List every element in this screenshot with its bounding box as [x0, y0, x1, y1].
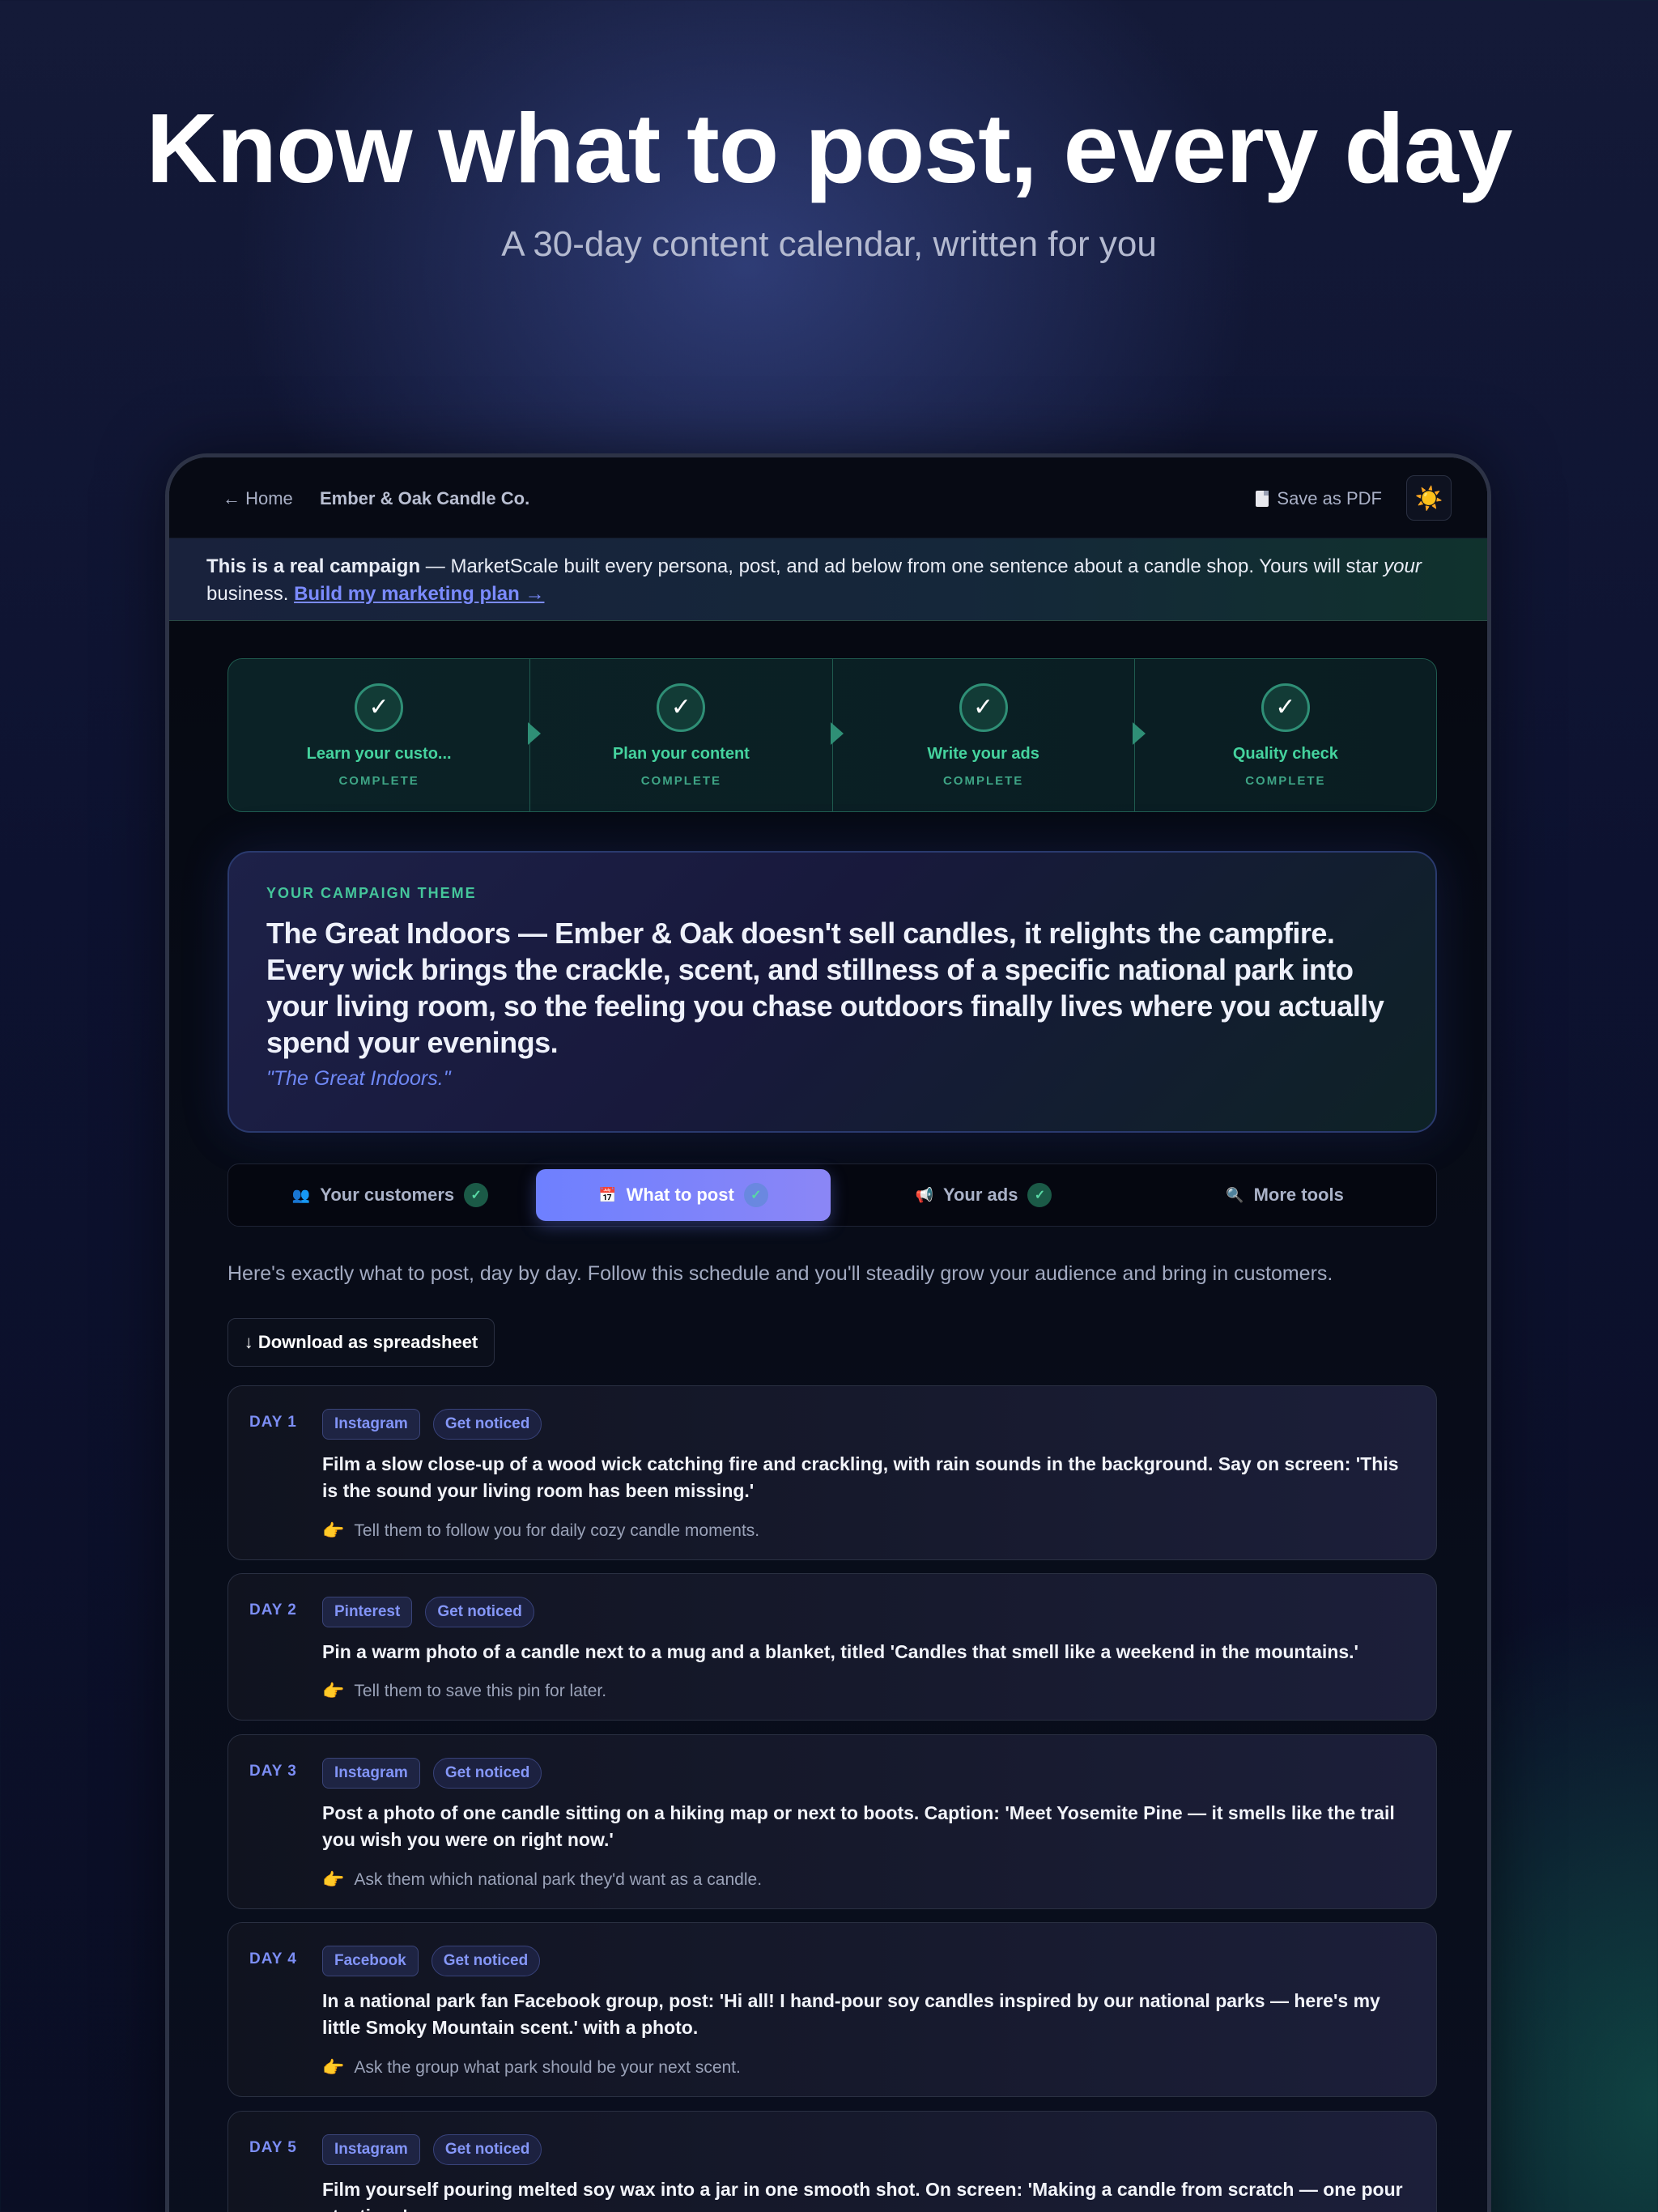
goal-tag: Get noticed — [431, 1946, 541, 1976]
call-to-action: 👉 Ask the group what park should be your… — [322, 2057, 741, 2078]
tab-your-ads[interactable]: 📢 Your ads ✓ — [834, 1169, 1133, 1221]
sun-icon: ☀️ — [1414, 485, 1443, 511]
check-icon: ✓ — [743, 1183, 768, 1207]
cta-text: Ask the group what park should be your n… — [354, 2058, 741, 2077]
cta-text: Ask them which national park they'd want… — [354, 1870, 763, 1889]
arrow-right-icon — [528, 722, 542, 745]
brand-name: Ember & Oak Candle Co. — [320, 488, 530, 508]
check-icon: ✓ — [355, 683, 404, 732]
tab-what-to-post[interactable]: 📅 What to post ✓ — [536, 1169, 831, 1221]
step-write-ads: ✓ Write your ads COMPLETE — [833, 659, 1146, 811]
build-plan-link[interactable]: Build my marketing plan → — [294, 583, 544, 605]
day-card[interactable]: DAY 1 Instagram Get noticed Film a slow … — [227, 1385, 1437, 1560]
pointing-hand-icon: 👉 — [322, 1870, 345, 1890]
check-icon: ✓ — [1261, 683, 1310, 732]
theme-toggle-button[interactable]: ☀️ — [1406, 475, 1452, 521]
hero-subtitle: A 30-day content calendar, written for y… — [501, 224, 1157, 264]
home-link[interactable]: ← Home — [223, 488, 293, 509]
tab-label: Your customers — [320, 1185, 455, 1205]
arrow-right-icon — [1132, 722, 1146, 745]
tab-your-customers[interactable]: 👥 Your customers ✓ — [244, 1169, 536, 1221]
tab-label: More tools — [1253, 1185, 1344, 1205]
platform-tag: Instagram — [322, 1409, 420, 1440]
step-status: COMPLETE — [1245, 774, 1326, 788]
banner-italic: your — [1384, 555, 1422, 577]
campaign-theme-card: YOUR CAMPAIGN THEME The Great Indoors — … — [227, 851, 1437, 1133]
goal-tag: Get noticed — [432, 1758, 542, 1789]
download-spreadsheet-button[interactable]: ↓ Download as spreadsheet — [227, 1318, 495, 1367]
day-card[interactable]: DAY 4 Facebook Get noticed In a national… — [227, 1922, 1437, 2097]
save-pdf-button[interactable]: Save as PDF — [1256, 488, 1382, 509]
search-icon: 🔍 — [1226, 1186, 1244, 1203]
post-idea: Post a photo of one candle sitting on a … — [322, 1802, 1395, 1850]
cta-text: Tell them to save this pin for later. — [354, 1682, 607, 1700]
calendar-intro: Here's exactly what to post, day by day.… — [227, 1262, 1333, 1285]
step-title: Write your ads — [927, 745, 1039, 763]
goal-tag: Get noticed — [425, 1597, 534, 1627]
tab-more-tools[interactable]: 🔍 More tools — [1135, 1169, 1435, 1221]
check-icon: ✓ — [1027, 1183, 1052, 1207]
goal-tag: Get noticed — [432, 1409, 542, 1440]
megaphone-icon: 📢 — [915, 1186, 933, 1203]
day-number: DAY 1 — [249, 1414, 297, 1431]
people-icon: 👥 — [291, 1186, 311, 1203]
pointing-hand-icon: 👉 — [322, 2057, 345, 2078]
check-icon: ✓ — [657, 683, 706, 732]
hero-title: Know what to post, every day — [146, 93, 1512, 203]
post-idea: In a national park fan Facebook group, p… — [322, 1990, 1380, 2038]
device-frame: ← Home Ember & Oak Candle Co. Save as PD… — [165, 453, 1491, 2212]
post-idea: Film a slow close-up of a wood wick catc… — [322, 1453, 1399, 1501]
day-card[interactable]: DAY 2 Pinterest Get noticed Pin a warm p… — [227, 1573, 1437, 1721]
step-status: COMPLETE — [942, 774, 1024, 788]
call-to-action: 👉 Tell them to save this pin for later. — [322, 1681, 606, 1702]
step-title: Plan your content — [612, 745, 750, 763]
save-pdf-label: Save as PDF — [1277, 488, 1382, 508]
step-title: Quality check — [1232, 745, 1338, 763]
tab-label: What to post — [626, 1185, 734, 1205]
campaign-tagline: "The Great Indoors." — [266, 1067, 451, 1090]
progress-steps: ✓ Learn your custo... COMPLETE ✓ Plan yo… — [227, 658, 1437, 812]
call-to-action: 👉 Tell them to follow you for daily cozy… — [322, 1521, 759, 1542]
demo-banner: This is a real campaign — MarketScale bu… — [169, 538, 1487, 621]
post-idea: Film yourself pouring melted soy wax int… — [322, 2179, 1403, 2212]
day-number: DAY 3 — [249, 1763, 297, 1780]
pointing-hand-icon: 👉 — [322, 1521, 345, 1541]
goal-tag: Get noticed — [432, 2134, 542, 2165]
platform-tag: Instagram — [322, 1758, 420, 1789]
section-tabs: 👥 Your customers ✓ 📅 What to post ✓ 📢 Yo… — [227, 1163, 1437, 1227]
tab-label: Your ads — [942, 1185, 1018, 1205]
check-icon: ✓ — [959, 683, 1008, 732]
campaign-theme-body: The Great Indoors — Ember & Oak doesn't … — [266, 917, 1384, 1059]
platform-tag: Pinterest — [322, 1597, 413, 1627]
step-plan-content: ✓ Plan your content COMPLETE — [530, 659, 844, 811]
banner-text-2: business. — [206, 583, 295, 605]
call-to-action: 👉 Ask them which national park they'd wa… — [322, 1870, 762, 1891]
document-icon — [1256, 491, 1269, 507]
step-status: COMPLETE — [338, 774, 419, 788]
step-learn-customers: ✓ Learn your custo... COMPLETE — [228, 659, 542, 811]
step-title: Learn your custo... — [306, 745, 452, 763]
day-number: DAY 4 — [249, 1950, 297, 1967]
banner-text: — MarketScale built every persona, post,… — [420, 555, 1384, 577]
check-icon: ✓ — [464, 1183, 489, 1207]
calendar-icon: 📅 — [598, 1186, 617, 1203]
post-idea: Pin a warm photo of a candle next to a m… — [322, 1641, 1359, 1662]
day-card[interactable]: DAY 5 Instagram Get noticed Film yoursel… — [227, 2111, 1437, 2212]
platform-tag: Facebook — [322, 1946, 419, 1976]
day-number: DAY 2 — [249, 1602, 297, 1619]
platform-tag: Instagram — [322, 2134, 420, 2165]
banner-bold: This is a real campaign — [206, 555, 421, 577]
arrow-right-icon — [830, 722, 844, 745]
cta-text: Tell them to follow you for daily cozy c… — [354, 1521, 760, 1540]
pointing-hand-icon: 👉 — [322, 1681, 345, 1701]
top-nav: ← Home Ember & Oak Candle Co. Save as PD… — [169, 457, 1487, 538]
day-card[interactable]: DAY 3 Instagram Get noticed Post a photo… — [227, 1734, 1437, 1909]
campaign-theme-label: YOUR CAMPAIGN THEME — [266, 885, 477, 901]
day-number: DAY 5 — [249, 2139, 297, 2156]
step-quality-check: ✓ Quality check COMPLETE — [1135, 659, 1436, 811]
step-status: COMPLETE — [640, 774, 722, 788]
